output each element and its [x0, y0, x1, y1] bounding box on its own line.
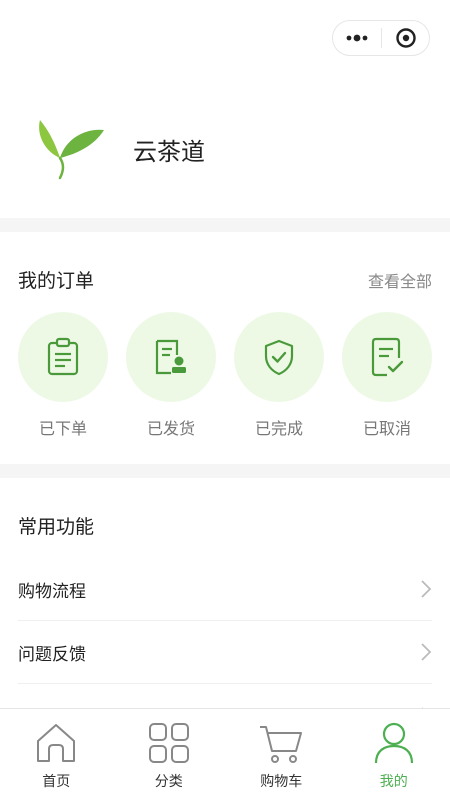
order-status-label: 已取消 — [362, 419, 411, 438]
section-divider — [0, 464, 450, 478]
shopping-process-row[interactable]: 购物流程 — [18, 558, 432, 621]
order-icon-circle — [234, 312, 324, 402]
order-icon-circle — [18, 312, 108, 402]
row-label: 购物流程 — [18, 581, 86, 602]
more-button[interactable] — [333, 21, 381, 55]
cart-icon — [260, 726, 303, 763]
view-all-orders-link[interactable]: 查看全部 — [368, 268, 432, 292]
tab-label: 我的 — [379, 774, 408, 790]
clipboard-icon — [47, 337, 79, 376]
shield-check-icon — [264, 339, 294, 376]
document-check-icon — [371, 337, 404, 377]
more-dots-icon — [346, 34, 368, 42]
row-label: 问题反馈 — [18, 644, 86, 665]
tab-mine[interactable]: 我的 — [338, 709, 450, 800]
tab-home[interactable]: 首页 — [0, 709, 113, 800]
section-divider — [0, 218, 450, 232]
person-icon — [374, 722, 413, 764]
order-icon-circle — [342, 312, 432, 402]
order-status-cancelled[interactable]: 已取消 — [342, 312, 432, 439]
chevron-right-icon — [421, 643, 432, 661]
feedback-row[interactable]: 问题反馈 — [18, 621, 432, 684]
chevron-right-icon — [421, 580, 432, 598]
tea-leaf-logo-icon — [39, 120, 104, 180]
document-stamp-icon — [155, 339, 186, 375]
home-icon — [37, 724, 76, 762]
functions-title: 常用功能 — [18, 516, 95, 538]
tab-label: 购物车 — [260, 774, 303, 790]
order-status-shipped[interactable]: 已发货 — [126, 312, 216, 439]
order-status-label: 已下单 — [38, 419, 87, 438]
close-circle-icon — [395, 28, 416, 48]
order-status-ordered[interactable]: 已下单 — [18, 312, 108, 439]
profile-header: 云茶道 — [0, 100, 450, 218]
order-icon-circle — [126, 312, 216, 402]
grid-icon — [148, 723, 189, 763]
capsule-menu — [332, 20, 430, 56]
orders-title: 我的订单 — [18, 270, 95, 292]
app-name: 云茶道 — [133, 138, 205, 166]
tab-label: 首页 — [42, 774, 71, 790]
tab-category[interactable]: 分类 — [113, 709, 226, 800]
tab-cart[interactable]: 购物车 — [225, 709, 338, 800]
order-status-label: 已完成 — [254, 419, 303, 438]
order-status-completed[interactable]: 已完成 — [234, 312, 324, 439]
close-button[interactable] — [382, 21, 429, 55]
tab-label: 分类 — [154, 774, 183, 790]
order-status-label: 已发货 — [146, 419, 195, 438]
bottom-tab-bar: 首页 分类 购物车 我的 — [0, 708, 450, 800]
